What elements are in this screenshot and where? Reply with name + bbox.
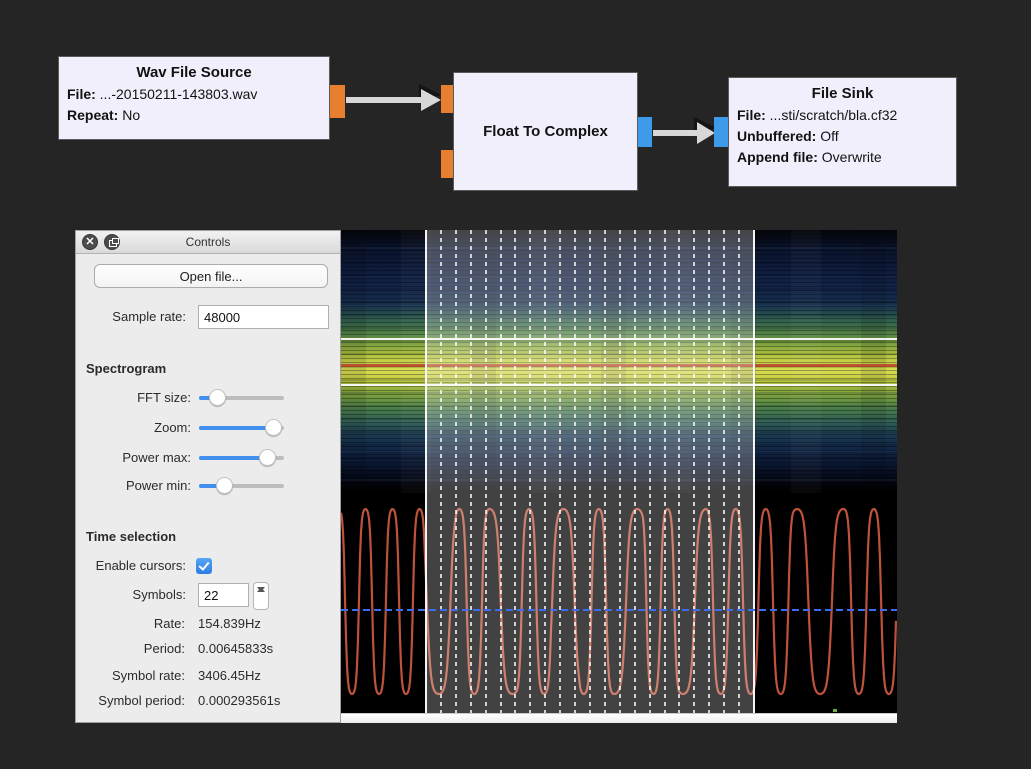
block-title: Wav File Source xyxy=(59,62,329,84)
fft-size-slider-row: FFT size: xyxy=(76,388,340,408)
rate-value: 154.839Hz xyxy=(198,615,261,633)
spectrogram-plot[interactable] xyxy=(341,230,897,713)
selection-cursor-right[interactable] xyxy=(753,230,755,713)
controls-panel: Controls ✕ Open file... Sample rate: Spe… xyxy=(75,230,341,723)
symbol-divider xyxy=(664,230,666,713)
enable-cursors-checkbox[interactable] xyxy=(196,558,212,574)
slider-handle[interactable] xyxy=(265,419,282,436)
spectrogram-heading: Spectrogram xyxy=(86,361,166,376)
time-selection-heading: Time selection xyxy=(86,529,176,544)
symbol-divider xyxy=(544,230,546,713)
power-max-slider[interactable] xyxy=(199,456,284,460)
rate-row: Rate: 154.839Hz xyxy=(76,615,340,633)
zoom-label: Zoom: xyxy=(76,418,191,438)
inspectrum-window: Controls ✕ Open file... Sample rate: Spe… xyxy=(75,230,897,723)
port-sink-in-complex[interactable] xyxy=(714,117,728,147)
symbols-label: Symbols: xyxy=(76,583,186,607)
symbol-divider xyxy=(514,230,516,713)
zoom-slider-row: Zoom: xyxy=(76,418,340,438)
port-f2c-out-complex[interactable] xyxy=(638,117,652,147)
port-wav-out-float[interactable] xyxy=(330,85,345,118)
block-param: File: ...-20150211-143803.wav xyxy=(59,84,329,105)
symbol-divider xyxy=(708,230,710,713)
symbol-divider xyxy=(604,230,606,713)
symbol-divider xyxy=(470,230,472,713)
connection-wire-2[interactable] xyxy=(653,130,698,136)
symbols-row: Symbols: xyxy=(76,583,340,607)
float-glyph-icon xyxy=(109,240,117,247)
symbol-divider xyxy=(619,230,621,713)
period-label: Period: xyxy=(76,640,185,658)
block-wav-file-source[interactable]: Wav File Source File: ...-20150211-14380… xyxy=(58,56,330,140)
undock-icon[interactable] xyxy=(104,234,120,250)
controls-titlebar[interactable]: Controls ✕ xyxy=(76,231,340,254)
symbol-period-value: 0.000293561s xyxy=(198,692,280,710)
block-param: Append file: Overwrite xyxy=(729,147,956,168)
power-min-slider-row: Power min: xyxy=(76,476,340,496)
connection-wire-1[interactable] xyxy=(346,97,424,103)
symbol-divider xyxy=(634,230,636,713)
symbol-period-row: Symbol period: 0.000293561s xyxy=(76,692,340,710)
plot-scrollbar[interactable] xyxy=(341,713,897,723)
symbol-rate-value: 3406.45Hz xyxy=(198,667,261,685)
enable-cursors-label: Enable cursors: xyxy=(76,557,186,575)
power-min-label: Power min: xyxy=(76,476,191,496)
period-value: 0.00645833s xyxy=(198,640,273,658)
power-max-slider-row: Power max: xyxy=(76,448,340,468)
block-title: File Sink xyxy=(729,83,956,105)
sample-rate-row: Sample rate: xyxy=(76,305,340,329)
power-max-label: Power max: xyxy=(76,448,191,468)
slider-handle[interactable] xyxy=(209,389,226,406)
sample-rate-label: Sample rate: xyxy=(76,305,186,329)
fft-size-slider[interactable] xyxy=(199,396,284,400)
symbol-divider xyxy=(440,230,442,713)
port-f2c-in0-float[interactable] xyxy=(441,85,453,113)
symbol-divider xyxy=(485,230,487,713)
screenshot-root: Wav File Source File: ...-20150211-14380… xyxy=(0,0,1031,769)
block-file-sink[interactable]: File Sink File: ...sti/scratch/bla.cf32 … xyxy=(728,77,957,187)
plot-area xyxy=(341,230,897,723)
block-param: Unbuffered: Off xyxy=(729,126,956,147)
symbol-divider xyxy=(693,230,695,713)
symbol-divider xyxy=(529,230,531,713)
symbol-divider xyxy=(559,230,561,713)
green-marker-dot xyxy=(833,709,837,712)
fft-size-label: FFT size: xyxy=(76,388,191,408)
symbol-period-label: Symbol period: xyxy=(76,692,185,710)
symbol-rate-row: Symbol rate: 3406.45Hz xyxy=(76,667,340,685)
slider-handle[interactable] xyxy=(259,449,276,466)
symbol-divider xyxy=(574,230,576,713)
close-icon[interactable]: ✕ xyxy=(82,234,98,250)
symbol-rate-label: Symbol rate: xyxy=(76,667,185,685)
zoom-slider[interactable] xyxy=(199,426,284,430)
block-title: Float To Complex xyxy=(483,121,608,143)
symbol-divider xyxy=(589,230,591,713)
enable-cursors-row: Enable cursors: xyxy=(76,557,340,575)
block-param: Repeat: No xyxy=(59,105,329,126)
sample-rate-input[interactable] xyxy=(198,305,329,329)
symbol-divider xyxy=(678,230,680,713)
period-row: Period: 0.00645833s xyxy=(76,640,340,658)
slider-handle[interactable] xyxy=(216,477,233,494)
symbols-stepper[interactable] xyxy=(253,582,269,610)
block-param: File: ...sti/scratch/bla.cf32 xyxy=(729,105,956,126)
symbol-divider xyxy=(738,230,740,713)
symbol-divider xyxy=(723,230,725,713)
symbols-input[interactable] xyxy=(198,583,249,607)
symbol-divider xyxy=(500,230,502,713)
zero-level-line xyxy=(341,609,897,611)
symbol-divider xyxy=(455,230,457,713)
open-file-button[interactable]: Open file... xyxy=(94,264,328,288)
stepper-down-icon[interactable] xyxy=(254,583,268,596)
selection-cursor-left[interactable] xyxy=(425,230,427,713)
power-min-slider[interactable] xyxy=(199,484,284,488)
port-f2c-in1-float[interactable] xyxy=(441,150,453,178)
block-float-to-complex[interactable]: Float To Complex xyxy=(453,72,638,191)
rate-label: Rate: xyxy=(76,615,185,633)
symbol-divider xyxy=(649,230,651,713)
